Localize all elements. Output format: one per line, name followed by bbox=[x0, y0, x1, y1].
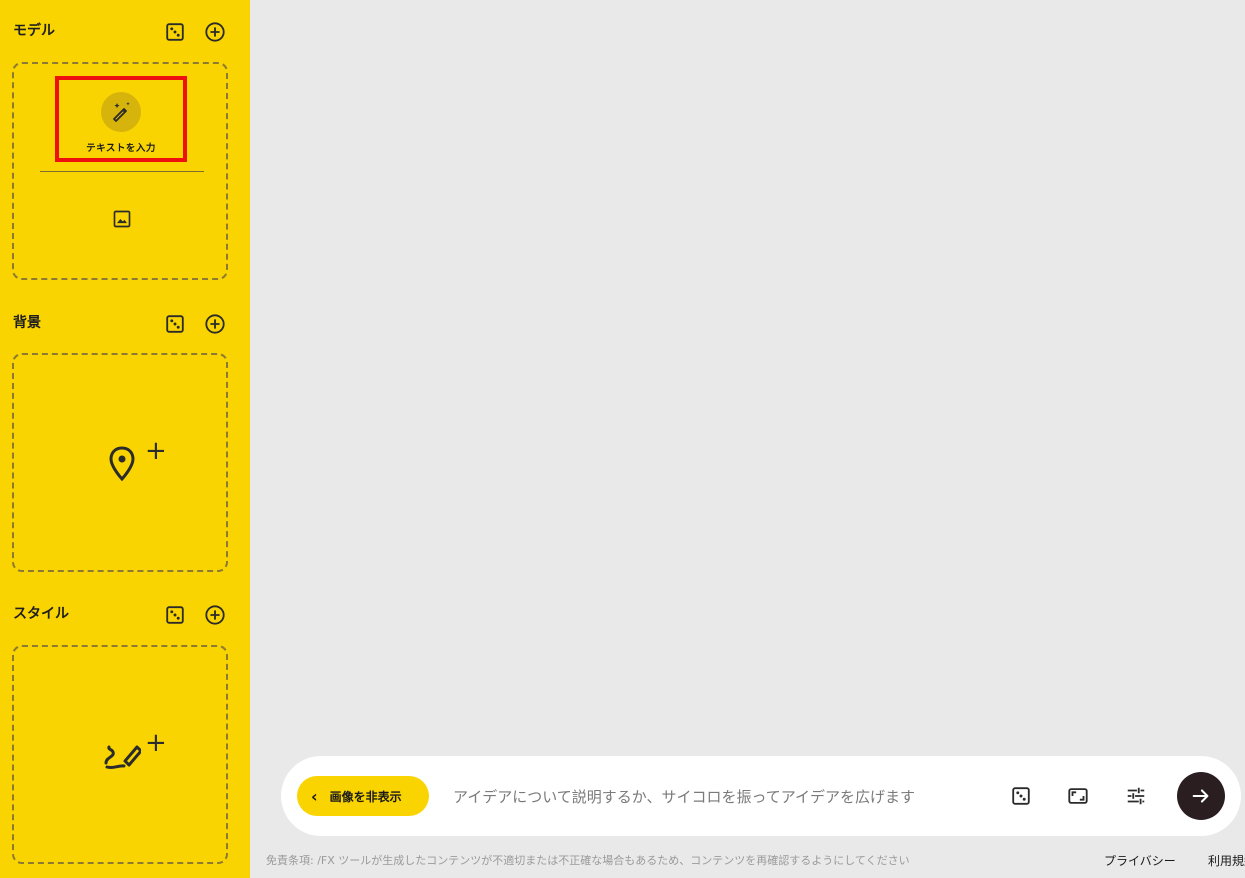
add-style-plus: + bbox=[145, 728, 167, 758]
enter-text-label: テキストを入力 bbox=[86, 143, 156, 154]
section-header-style: スタイル bbox=[13, 599, 233, 627]
privacy-link[interactable]: プライバシー bbox=[1104, 852, 1176, 869]
prompt-bar: ‹ 画像を非表示 bbox=[281, 756, 1241, 836]
sidebar: モデル テキストを入力 背景 + スタイル + bbox=[0, 0, 250, 878]
arrow-right-icon bbox=[1190, 785, 1212, 807]
disclaimer-text: 免責条項: /FX ツールが生成したコンテンツが不適切または不正確な場合もあるた… bbox=[266, 854, 910, 867]
add-background-plus: + bbox=[145, 436, 167, 466]
magic-wand-icon bbox=[101, 92, 141, 132]
chevron-left-icon: ‹ bbox=[311, 786, 318, 806]
plus-circle-icon[interactable] bbox=[203, 20, 227, 44]
plus-circle-icon[interactable] bbox=[203, 603, 227, 627]
image-icon[interactable] bbox=[111, 208, 133, 230]
section-title-background: 背景 bbox=[13, 315, 41, 331]
dice-icon[interactable] bbox=[163, 603, 187, 627]
location-pin-icon bbox=[106, 444, 138, 484]
section-header-background: 背景 bbox=[13, 308, 233, 336]
prompt-input[interactable] bbox=[451, 782, 985, 812]
divider bbox=[40, 171, 204, 172]
hide-images-button[interactable]: ‹ 画像を非表示 bbox=[297, 776, 429, 816]
hide-images-label: 画像を非表示 bbox=[329, 789, 402, 804]
dice-icon[interactable] bbox=[163, 312, 187, 336]
canvas-area bbox=[250, 0, 1245, 750]
brush-icon bbox=[102, 738, 142, 772]
terms-link[interactable]: 利用規約 bbox=[1208, 852, 1245, 869]
enter-text-button[interactable]: テキストを入力 bbox=[55, 76, 187, 162]
aspect-ratio-icon[interactable] bbox=[1066, 784, 1090, 808]
section-title-style: スタイル bbox=[13, 606, 69, 622]
section-title-model: モデル bbox=[13, 23, 55, 39]
dice-icon[interactable] bbox=[163, 20, 187, 44]
plus-circle-icon[interactable] bbox=[203, 312, 227, 336]
dice-icon[interactable] bbox=[1009, 784, 1033, 808]
tune-icon[interactable] bbox=[1124, 784, 1148, 808]
section-header-model: モデル bbox=[13, 16, 233, 44]
send-button[interactable] bbox=[1177, 772, 1225, 820]
